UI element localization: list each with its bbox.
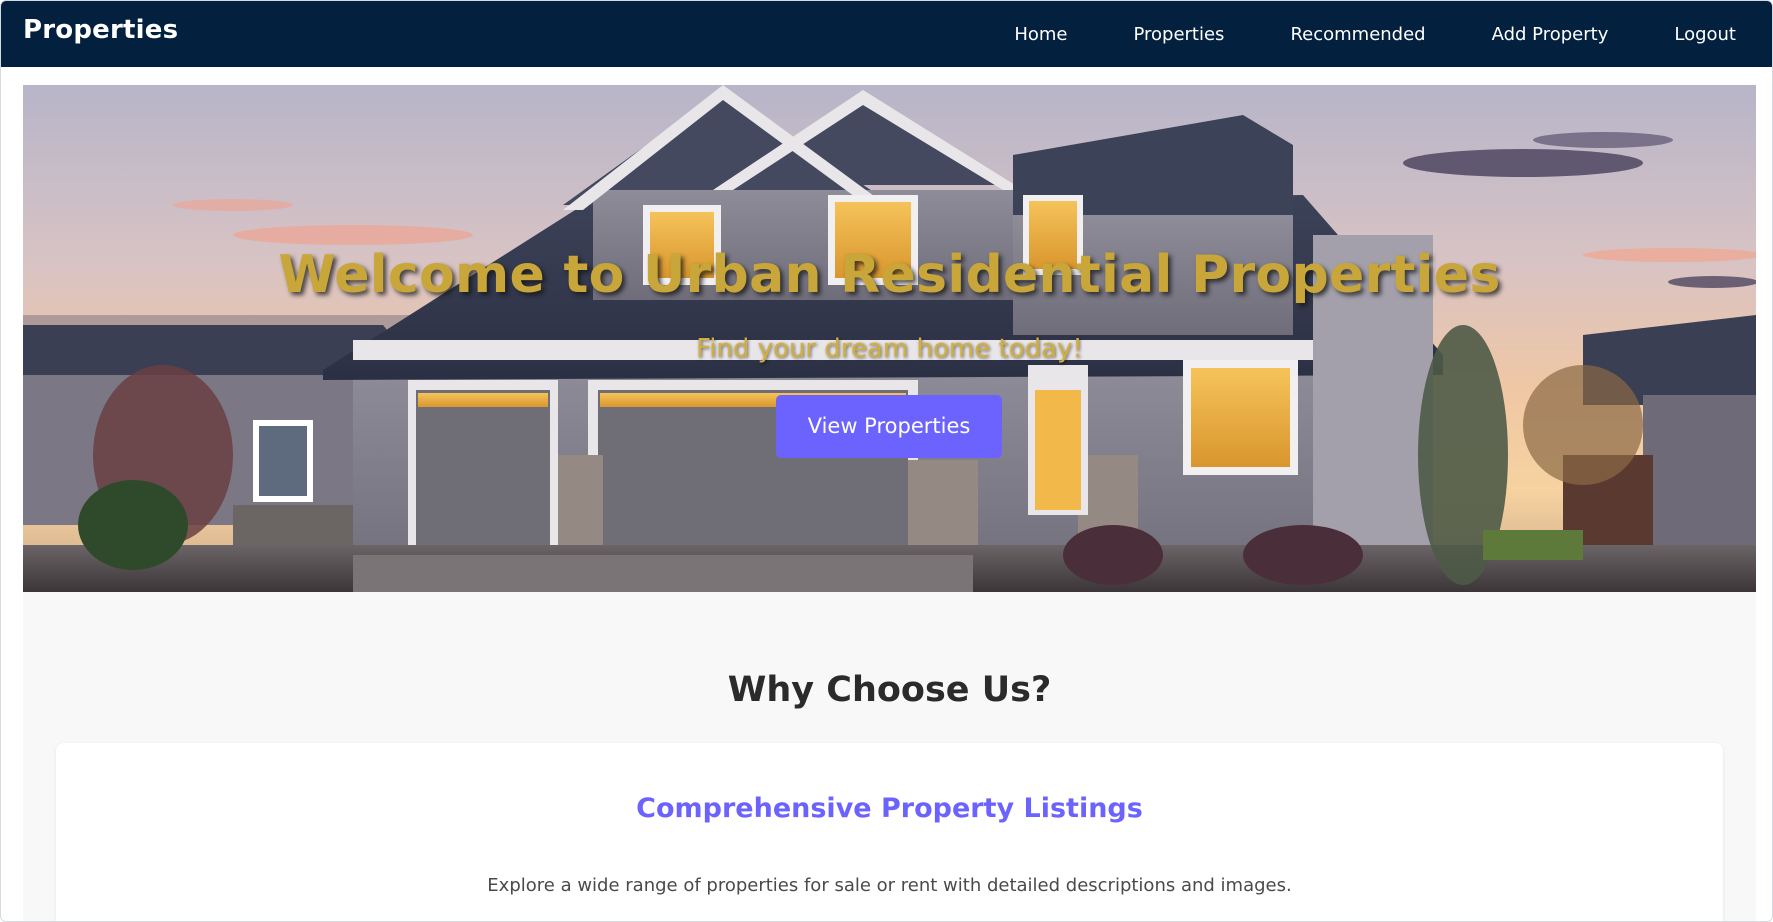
why-choose-us-heading: Why Choose Us? xyxy=(727,670,1052,710)
feature-title: Comprehensive Property Listings xyxy=(636,793,1143,824)
view-properties-button[interactable]: View Properties xyxy=(776,395,1002,458)
browser-viewport: Properties Home Properties Recommended A… xyxy=(0,0,1773,922)
feature-card: Comprehensive Property Listings Explore … xyxy=(56,743,1723,921)
feature-description: Explore a wide range of properties for s… xyxy=(487,875,1292,896)
nav-link-logout[interactable]: Logout xyxy=(1674,24,1736,45)
hero-banner: Welcome to Urban Residential Properties … xyxy=(23,85,1756,592)
nav-link-recommended[interactable]: Recommended xyxy=(1290,24,1425,45)
nav-link-home[interactable]: Home xyxy=(1014,24,1067,45)
hero-subtitle: Find your dream home today! xyxy=(696,334,1083,364)
main-area: Welcome to Urban Residential Properties … xyxy=(23,85,1756,921)
nav-link-properties[interactable]: Properties xyxy=(1133,24,1224,45)
nav-link-add-property[interactable]: Add Property xyxy=(1492,24,1609,45)
nav-links: Home Properties Recommended Add Property… xyxy=(948,1,1736,67)
top-navbar: Properties Home Properties Recommended A… xyxy=(1,1,1772,67)
brand-logo[interactable]: Properties xyxy=(23,15,178,45)
hero-title: Welcome to Urban Residential Properties xyxy=(278,245,1501,305)
page-content: Welcome to Urban Residential Properties … xyxy=(1,67,1772,921)
